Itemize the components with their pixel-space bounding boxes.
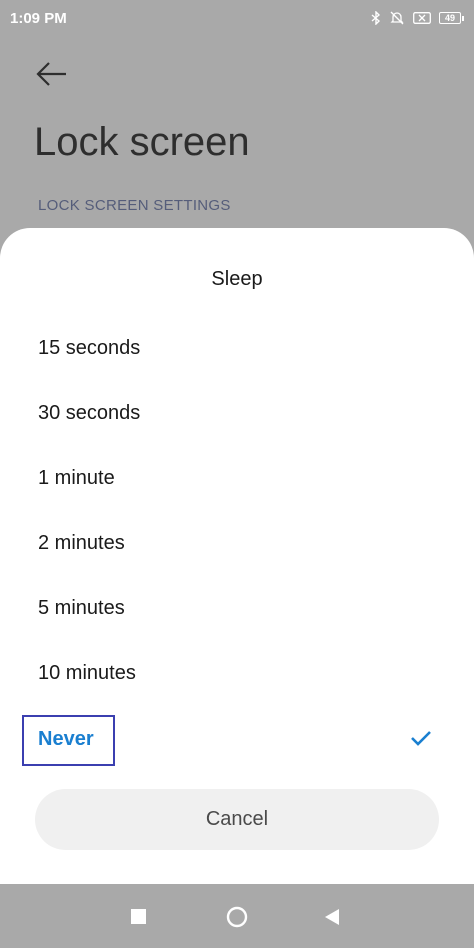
option-10-minutes[interactable]: 10 minutes (38, 662, 136, 685)
page-title: Lock screen (34, 120, 250, 164)
cancel-button[interactable]: Cancel (35, 789, 439, 850)
recents-square-icon[interactable] (131, 909, 146, 924)
option-5-minutes[interactable]: 5 minutes (38, 597, 125, 620)
battery-icon: 49 (439, 12, 464, 24)
screen: 1:09 PM 49 Lock screen LOCK SCREEN SETTI… (0, 0, 474, 948)
section-header: LOCK SCREEN SETTINGS (38, 197, 231, 214)
status-time: 1:09 PM (10, 9, 67, 27)
option-30-seconds[interactable]: 30 seconds (38, 402, 140, 425)
battery-level: 49 (439, 12, 461, 24)
dialog-title: Sleep (211, 268, 263, 290)
option-15-seconds[interactable]: 15 seconds (38, 337, 140, 360)
option-2-minutes[interactable]: 2 minutes (38, 532, 125, 555)
option-1-minute[interactable]: 1 minute (38, 467, 115, 490)
back-arrow-icon[interactable] (34, 58, 70, 90)
status-icons: 49 (371, 10, 464, 26)
sim-x-icon (413, 12, 431, 24)
checkmark-icon (410, 729, 432, 747)
status-bar: 1:09 PM 49 (0, 0, 474, 36)
bluetooth-icon (371, 11, 381, 25)
nav-bar (0, 884, 474, 948)
muted-bell-icon (389, 10, 405, 26)
selection-highlight-box (22, 715, 115, 766)
home-circle-icon[interactable] (226, 906, 248, 928)
sleep-dialog (0, 228, 474, 884)
back-triangle-icon[interactable] (324, 908, 340, 926)
